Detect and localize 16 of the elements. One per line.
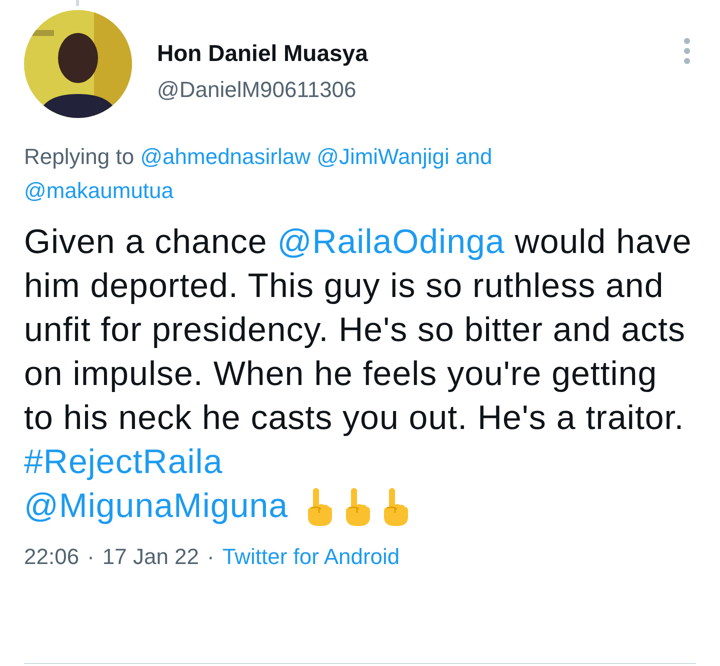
tweet-time: 22:06	[24, 544, 80, 570]
mention-link[interactable]: @RailaOdinga	[277, 223, 505, 261]
author-name: Hon Daniel Muasya	[157, 40, 369, 67]
mention-link[interactable]: @makaumutua	[24, 178, 174, 203]
mention-link[interactable]: @ahmednasirlaw	[140, 144, 310, 169]
mention-link[interactable]: @MigunaMiguna	[24, 484, 288, 528]
replying-to-text: Replying to @ahmednasirlaw @JimiWanjigi and @makaumutua	[24, 143, 494, 205]
separator: ·	[87, 544, 94, 570]
separator: ·	[207, 544, 214, 570]
tweet-date: 17 Jan 22	[102, 544, 200, 570]
tweet-text: Given a chance @RailaOdinga would have him deported. This guy is so ruthless and unfit for presidency. He's so bitter and acts on impulse. When he feels you're getting to his neck he casts you out. He's a traitor.	[24, 222, 693, 439]
hashtag-link[interactable]: #RejectRaila	[24, 440, 223, 484]
source-link[interactable]: Twitter for Android	[222, 544, 400, 570]
mention-link[interactable]: @JimiWanjigi	[316, 144, 450, 169]
author-handle: @DanielM90611306	[157, 77, 358, 103]
others-link[interactable]: and	[456, 144, 492, 169]
